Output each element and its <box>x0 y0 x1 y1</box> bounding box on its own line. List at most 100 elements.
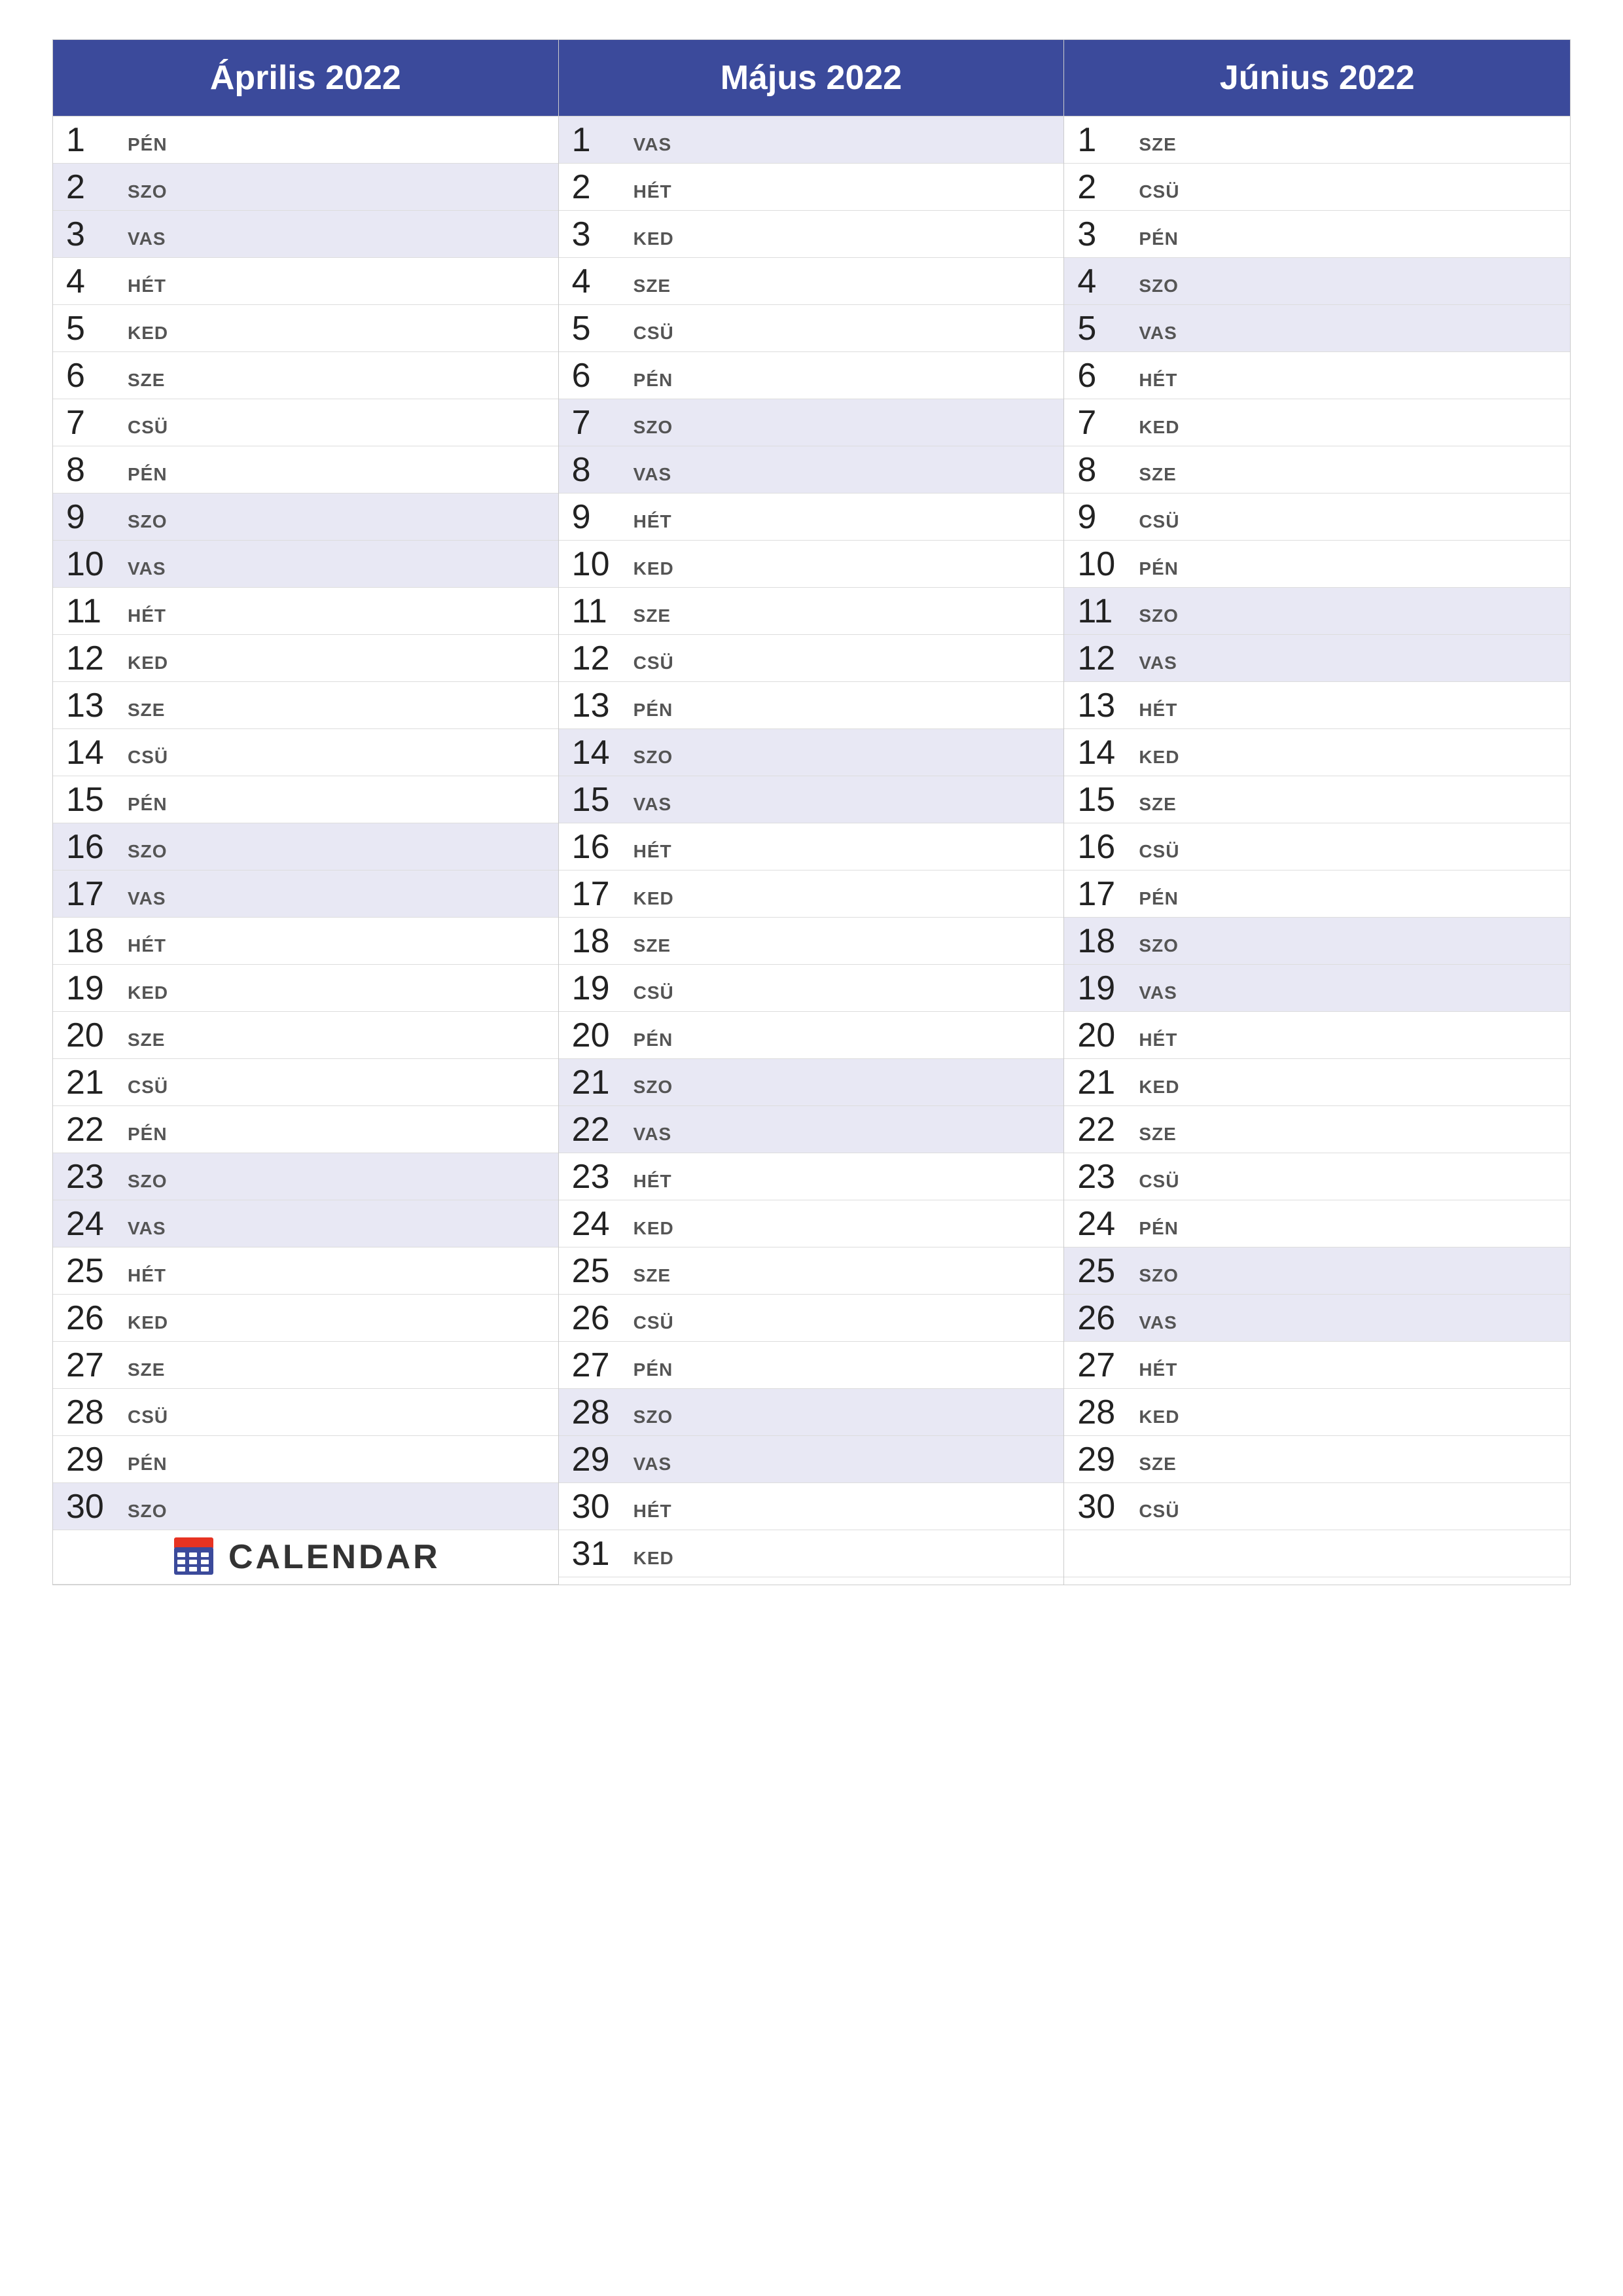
day-name-1-10: SZE <box>633 605 671 630</box>
day-number-1-18: 19 <box>572 971 631 1005</box>
day-name-1-2: KED <box>633 228 674 253</box>
day-row-1-27: 28SZO <box>559 1389 1064 1436</box>
day-number-0-5: 6 <box>66 359 125 393</box>
day-number-0-27: 28 <box>66 1395 125 1429</box>
day-row-2-15: 16CSÜ <box>1064 823 1570 870</box>
day-number-0-11: 12 <box>66 641 125 675</box>
day-name-2-23: PÉN <box>1139 1218 1179 1243</box>
day-number-0-0: 1 <box>66 123 125 157</box>
day-name-2-29: CSÜ <box>1139 1501 1179 1526</box>
day-number-1-19: 20 <box>572 1018 631 1052</box>
day-name-0-11: KED <box>128 653 168 677</box>
day-name-0-2: VAS <box>128 228 166 253</box>
day-name-1-23: KED <box>633 1218 674 1243</box>
day-number-1-26: 27 <box>572 1348 631 1382</box>
day-row-1-29: 30HÉT <box>559 1483 1064 1530</box>
day-number-1-7: 8 <box>572 453 631 487</box>
day-name-2-10: SZO <box>1139 605 1179 630</box>
day-row-1-0: 1VAS <box>559 117 1064 164</box>
day-name-0-26: SZE <box>128 1359 165 1384</box>
day-number-2-22: 23 <box>1077 1160 1136 1194</box>
day-name-0-20: CSÜ <box>128 1077 168 1102</box>
day-name-0-4: KED <box>128 323 168 348</box>
calendar-grid: Április 20221PÉN2SZO3VAS4HÉT5KED6SZE7CSÜ… <box>53 40 1570 1585</box>
day-name-2-1: CSÜ <box>1139 181 1179 206</box>
day-row-1-4: 5CSÜ <box>559 305 1064 352</box>
day-number-1-22: 23 <box>572 1160 631 1194</box>
day-number-1-9: 10 <box>572 547 631 581</box>
day-name-2-24: SZO <box>1139 1265 1179 1290</box>
day-name-1-22: HÉT <box>633 1171 672 1196</box>
day-row-0-16: 17VAS <box>53 870 558 918</box>
day-row-0-4: 5KED <box>53 305 558 352</box>
day-number-2-18: 19 <box>1077 971 1136 1005</box>
day-name-1-17: SZE <box>633 935 671 960</box>
day-row-2-17: 18SZO <box>1064 918 1570 965</box>
day-name-2-20: KED <box>1139 1077 1179 1102</box>
day-number-2-29: 30 <box>1077 1490 1136 1524</box>
day-row-1-26: 27PÉN <box>559 1342 1064 1389</box>
day-row-0-17: 18HÉT <box>53 918 558 965</box>
day-name-0-3: HÉT <box>128 276 166 300</box>
day-row-0-6: 7CSÜ <box>53 399 558 446</box>
day-number-2-6: 7 <box>1077 406 1136 440</box>
day-name-1-19: PÉN <box>633 1030 673 1054</box>
day-row-1-23: 24KED <box>559 1200 1064 1247</box>
month-header-2: Június 2022 <box>1064 40 1570 117</box>
day-name-2-11: VAS <box>1139 653 1177 677</box>
day-row-2-5: 6HÉT <box>1064 352 1570 399</box>
day-row-0-15: 16SZO <box>53 823 558 870</box>
day-row-2-28: 29SZE <box>1064 1436 1570 1483</box>
day-row-0-5: 6SZE <box>53 352 558 399</box>
day-number-2-28: 29 <box>1077 1443 1136 1477</box>
day-name-0-24: HÉT <box>128 1265 166 1290</box>
day-row-0-12: 13SZE <box>53 682 558 729</box>
day-number-0-19: 20 <box>66 1018 125 1052</box>
day-name-1-20: SZO <box>633 1077 673 1102</box>
day-row-1-7: 8VAS <box>559 446 1064 493</box>
day-name-1-25: CSÜ <box>633 1312 674 1337</box>
month-column-0: Április 20221PÉN2SZO3VAS4HÉT5KED6SZE7CSÜ… <box>53 40 559 1585</box>
day-row-0-11: 12KED <box>53 635 558 682</box>
day-number-1-28: 29 <box>572 1443 631 1477</box>
day-name-1-27: SZO <box>633 1407 673 1431</box>
day-number-0-8: 9 <box>66 500 125 534</box>
day-name-1-28: VAS <box>633 1454 672 1479</box>
day-row-2-27: 28KED <box>1064 1389 1570 1436</box>
day-number-1-27: 28 <box>572 1395 631 1429</box>
day-name-2-3: SZO <box>1139 276 1179 300</box>
day-number-0-10: 11 <box>66 594 125 628</box>
month-column-1: Május 20221VAS2HÉT3KED4SZE5CSÜ6PÉN7SZO8V… <box>559 40 1065 1585</box>
day-name-0-8: SZO <box>128 511 168 536</box>
day-number-1-30: 31 <box>572 1537 631 1571</box>
day-number-2-26: 27 <box>1077 1348 1136 1382</box>
day-row-0-14: 15PÉN <box>53 776 558 823</box>
day-number-2-19: 20 <box>1077 1018 1136 1052</box>
day-number-2-1: 2 <box>1077 170 1136 204</box>
day-number-0-3: 4 <box>66 264 125 298</box>
day-number-0-12: 13 <box>66 689 125 723</box>
day-row-1-16: 17KED <box>559 870 1064 918</box>
day-number-2-8: 9 <box>1077 500 1136 534</box>
day-row-1-18: 19CSÜ <box>559 965 1064 1012</box>
day-name-2-16: PÉN <box>1139 888 1179 913</box>
day-name-1-6: SZO <box>633 417 673 442</box>
day-name-0-27: CSÜ <box>128 1407 168 1431</box>
day-name-1-14: VAS <box>633 794 672 819</box>
day-number-1-24: 25 <box>572 1254 631 1288</box>
day-name-1-11: CSÜ <box>633 653 674 677</box>
day-number-2-11: 12 <box>1077 641 1136 675</box>
day-row-1-25: 26CSÜ <box>559 1295 1064 1342</box>
day-row-0-29: 30SZO <box>53 1483 558 1530</box>
day-row-0-19: 20SZE <box>53 1012 558 1059</box>
day-name-0-22: SZO <box>128 1171 168 1196</box>
day-name-0-5: SZE <box>128 370 165 395</box>
day-row-1-24: 25SZE <box>559 1247 1064 1295</box>
day-number-0-29: 30 <box>66 1490 125 1524</box>
day-row-1-30: 31KED <box>559 1530 1064 1577</box>
day-number-0-21: 22 <box>66 1113 125 1147</box>
day-name-1-5: PÉN <box>633 370 673 395</box>
footer-logo: CALENDAR <box>171 1534 440 1580</box>
day-number-1-12: 13 <box>572 689 631 723</box>
day-name-2-6: KED <box>1139 417 1179 442</box>
